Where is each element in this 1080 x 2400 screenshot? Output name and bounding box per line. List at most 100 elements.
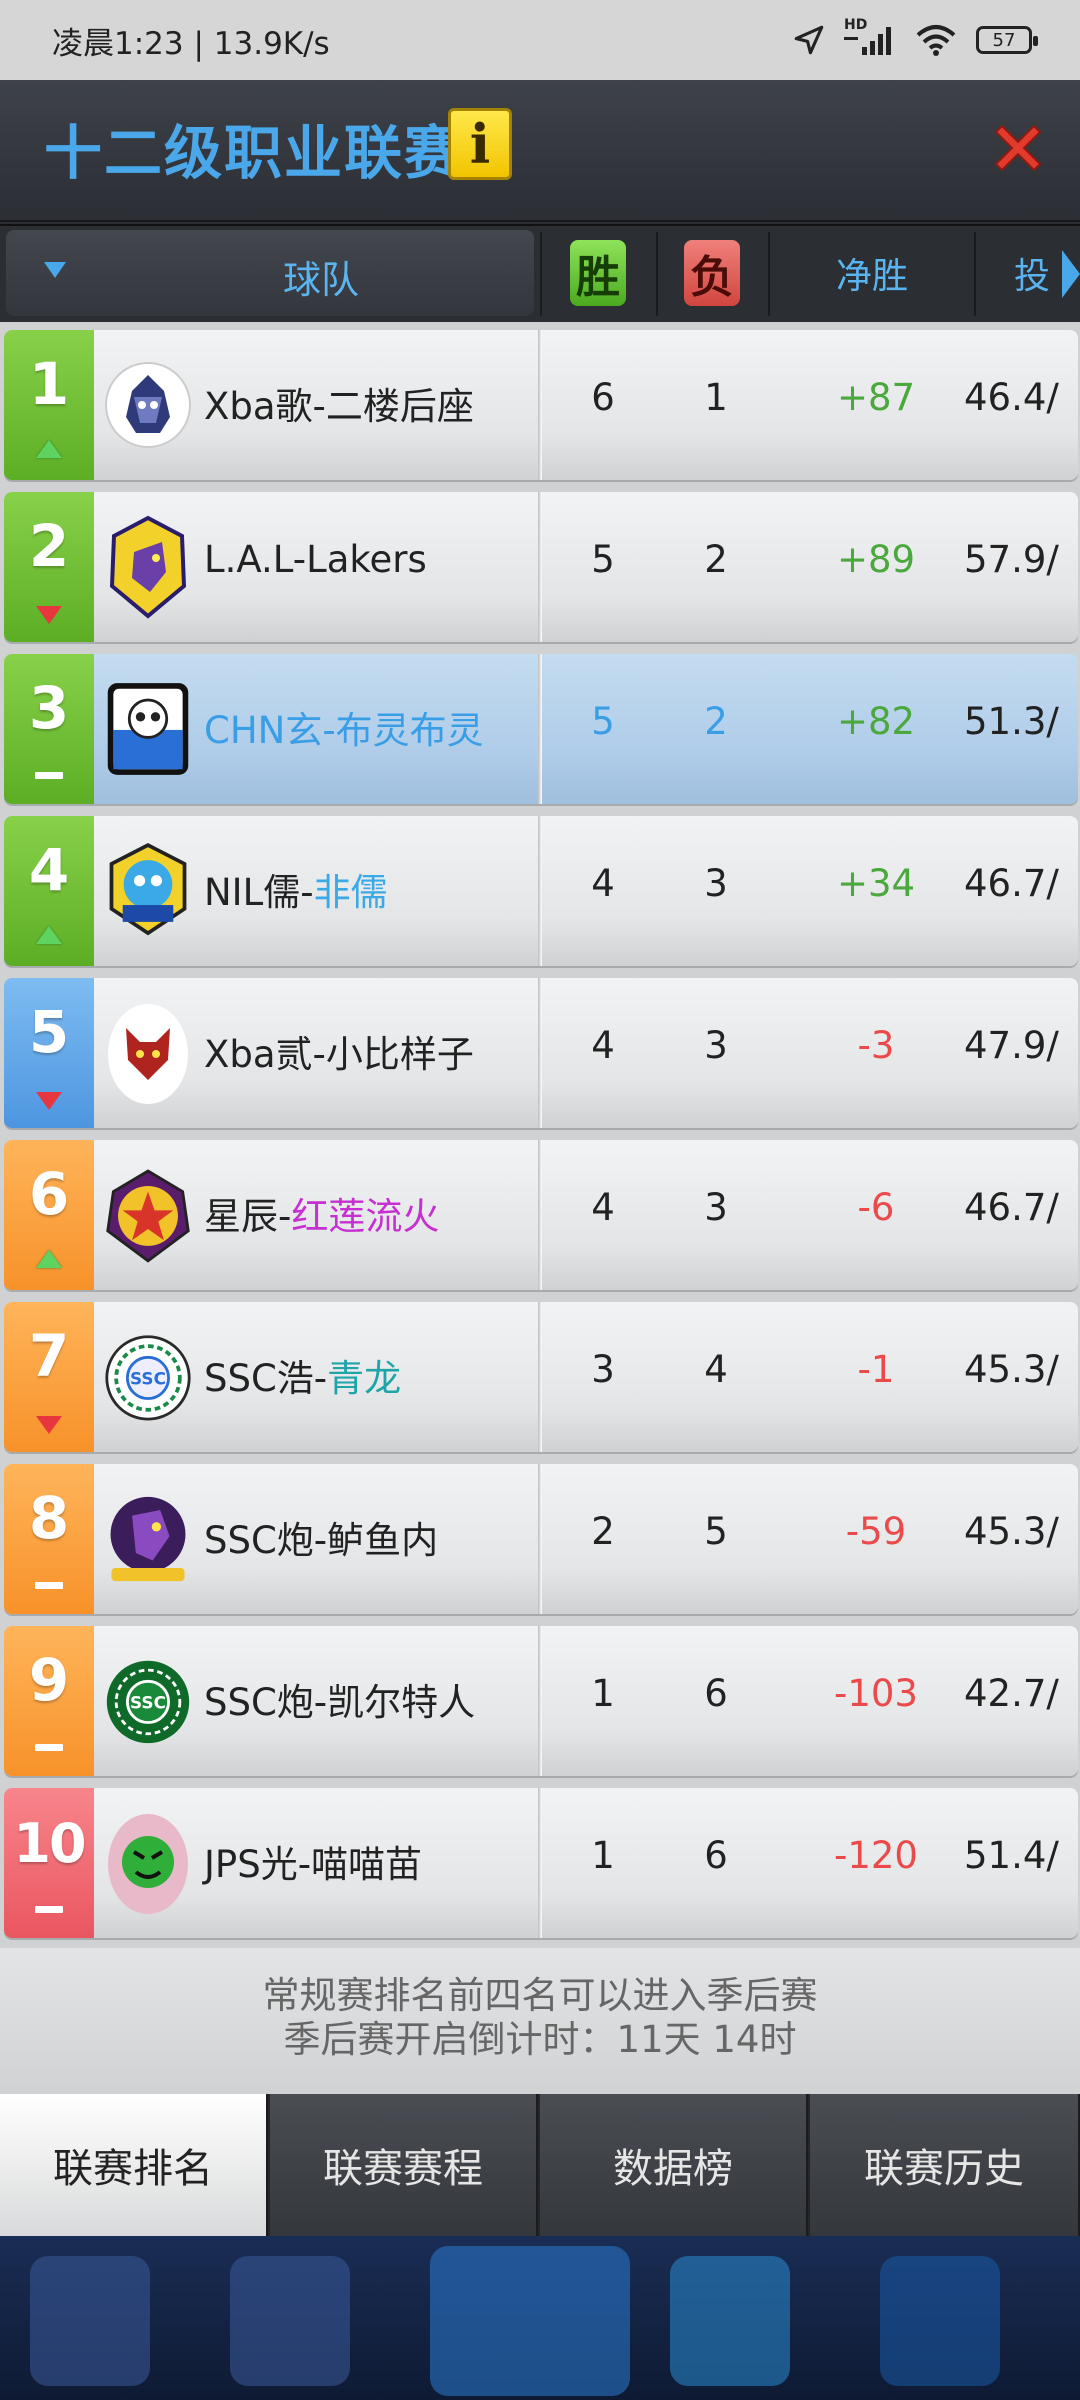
rank-cell: 8	[4, 1464, 94, 1614]
wins-value: 5	[591, 700, 615, 743]
sort-down-icon	[44, 262, 66, 278]
table-row[interactable]: 2 L.A.L-Lakers 5 2 +89 57.9/	[4, 492, 1078, 642]
col-wins: 胜	[570, 240, 626, 306]
rank-cell: 7	[4, 1302, 94, 1452]
wifi-icon	[916, 25, 956, 56]
table-row[interactable]: 10 JPS光-喵喵苗 1 6 -120 51.4/	[4, 1788, 1078, 1938]
trend-up-icon	[36, 926, 62, 944]
team-name: Xba贰-小比样子	[204, 1033, 474, 1076]
divider	[538, 654, 542, 804]
net-value: -3	[857, 1024, 895, 1067]
col-losses-header[interactable]: 负	[656, 230, 768, 316]
divider	[538, 1788, 542, 1938]
pct-value: 51.3/	[964, 700, 1059, 743]
note-line-2: 季后赛开启倒计时：11天 14时	[283, 2018, 797, 2061]
tab-league-ranking[interactable]: 联赛排名	[0, 2094, 268, 2236]
status-bar: 凌晨1:23 | 13.9K/s HD 57	[0, 0, 1080, 80]
table-row[interactable]: 9 SSC SSC炮-凯尔特人 1 6 -103 42.7/	[4, 1626, 1078, 1776]
page-title: 十二级职业联赛	[44, 119, 465, 187]
trend-down-icon	[36, 1092, 62, 1110]
team-logo	[104, 1810, 192, 1916]
background-icon	[880, 2256, 1000, 2386]
net-value: -6	[857, 1186, 895, 1229]
team-name: Xba歌-二楼后座	[204, 385, 474, 428]
table-row[interactable]: 1 Xba歌-二楼后座 6 1 +87 46.4/	[4, 330, 1078, 480]
losses-value: 1	[704, 376, 728, 419]
background-icon	[30, 2256, 150, 2386]
game-background	[0, 2236, 1080, 2400]
losses-value: 4	[704, 1348, 728, 1391]
info-button[interactable]: i	[448, 108, 512, 180]
trend-down-icon	[36, 1416, 62, 1434]
status-time-speed: 凌晨1:23 | 13.9K/s	[52, 25, 330, 62]
rank-cell: 3	[4, 654, 94, 804]
pct-value: 47.9/	[964, 1024, 1059, 1067]
tab-league-history[interactable]: 联赛历史	[810, 2094, 1080, 2236]
trend-down-icon	[36, 606, 62, 624]
divider	[538, 1140, 542, 1290]
wins-value: 1	[591, 1834, 615, 1877]
team-logo	[104, 514, 192, 620]
svg-text:SSC: SSC	[130, 1692, 166, 1712]
losses-value: 2	[704, 700, 728, 743]
divider	[538, 1464, 542, 1614]
battery-level: 57	[992, 29, 1016, 51]
wins-value: 2	[591, 1510, 615, 1553]
table-row[interactable]: 4 NIL儒-非儒 4 3 +34 46.7/	[4, 816, 1078, 966]
team-name: JPS光-喵喵苗	[204, 1843, 423, 1886]
divider	[538, 1626, 542, 1776]
col-losses: 负	[684, 240, 740, 306]
bottom-tabs: 联赛排名 联赛赛程 数据榜 联赛历史	[0, 2094, 1080, 2236]
col-wins-header[interactable]: 胜	[540, 230, 656, 316]
team-logo: SSC	[104, 1648, 192, 1754]
divider	[538, 978, 542, 1128]
pct-value: 42.7/	[964, 1672, 1059, 1715]
col-next[interactable]: 投	[1014, 230, 1064, 316]
divider	[538, 816, 542, 966]
divider	[538, 492, 542, 642]
tab-league-schedule[interactable]: 联赛赛程	[270, 2094, 538, 2236]
battery-icon: 57	[976, 26, 1038, 54]
losses-value: 3	[704, 1186, 728, 1229]
table-row[interactable]: 8 SSC炮-鲈鱼内 2 5 -59 45.3/	[4, 1464, 1078, 1614]
pct-value: 57.9/	[964, 538, 1059, 581]
net-value: -1	[857, 1348, 895, 1391]
wins-value: 4	[591, 1186, 615, 1229]
col-net[interactable]: 净胜	[770, 230, 974, 316]
pct-value: 45.3/	[964, 1510, 1059, 1553]
rank-cell: 6	[4, 1140, 94, 1290]
rank-cell: 1	[4, 330, 94, 480]
divider	[974, 232, 976, 316]
close-icon[interactable]	[986, 116, 1050, 180]
scroll-right-icon[interactable]	[1062, 250, 1080, 298]
trend-flat-icon	[35, 772, 63, 779]
wins-value: 6	[591, 376, 615, 419]
table-row[interactable]: 7 SSC SSC浩-青龙 3 4 -1 45.3/	[4, 1302, 1078, 1452]
background-icon	[430, 2246, 630, 2396]
net-value: +34	[836, 862, 916, 905]
losses-value: 2	[704, 538, 728, 581]
team-name: NIL儒-非儒	[204, 862, 388, 916]
team-sort-header[interactable]: 球队	[6, 230, 534, 316]
table-row[interactable]: 6 星辰-红莲流火 4 3 -6 46.7/	[4, 1140, 1078, 1290]
trend-flat-icon	[35, 1906, 63, 1913]
rank-cell: 5	[4, 978, 94, 1128]
team-name: SSC浩-青龙	[204, 1348, 401, 1402]
team-name-suffix: 青龙	[327, 1357, 402, 1400]
net-value: -120	[834, 1834, 918, 1877]
net-value: -103	[834, 1672, 918, 1715]
team-name-prefix: 星辰-	[204, 1195, 292, 1238]
team-logo	[104, 1486, 192, 1592]
wins-value: 4	[591, 1024, 615, 1067]
trend-flat-icon	[35, 1582, 63, 1589]
tab-stats-board[interactable]: 数据榜	[540, 2094, 808, 2236]
team-name-prefix: SSC浩-	[204, 1357, 328, 1400]
table-row[interactable]: 5 Xba贰-小比样子 4 3 -3 47.9/	[4, 978, 1078, 1128]
team-name-suffix: 红莲流火	[291, 1195, 440, 1238]
team-name: 星辰-红莲流火	[204, 1186, 439, 1240]
wins-value: 5	[591, 538, 615, 581]
table-row-highlighted[interactable]: 3 CHN玄-布灵布灵 5 2 +82 51.3/	[4, 654, 1078, 804]
wins-value: 1	[591, 1672, 615, 1715]
team-logo	[104, 352, 192, 458]
playoff-note: 常规赛排名前四名可以进入季后赛 季后赛开启倒计时：11天 14时	[0, 1948, 1080, 2094]
